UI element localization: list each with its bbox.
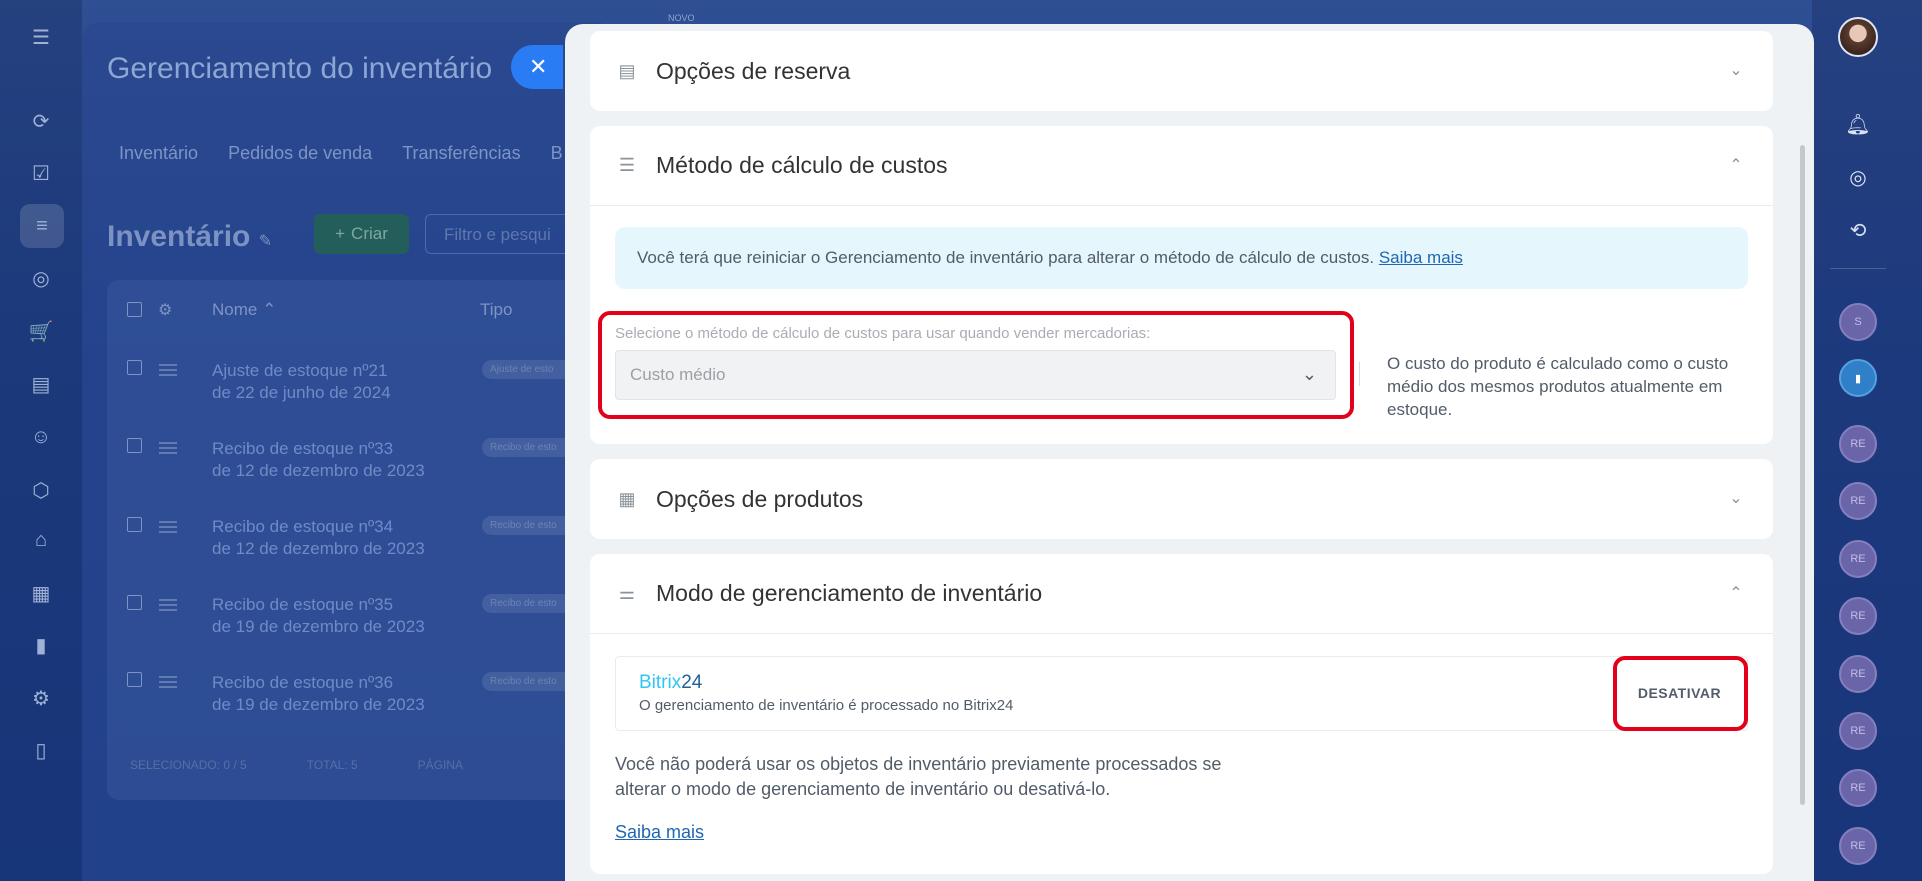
column-header-name[interactable]: Nome ⌃ — [212, 300, 276, 320]
app-title: Gerenciamento do inventário — [107, 52, 493, 85]
pagination: PÁGINA — [417, 758, 463, 772]
plus-icon: + — [335, 224, 346, 243]
table-footer: SELECIONADO: 0 / 5 TOTAL: 5 PÁGINA — [130, 758, 463, 772]
inventory-icon[interactable]: ≡ — [20, 204, 64, 248]
tab-inventory[interactable]: Inventário — [119, 143, 198, 164]
table-row[interactable]: Recibo de estoque nº34 de 12 de dezembro … — [212, 516, 425, 560]
chevron-up-icon[interactable]: ⌃ — [1725, 582, 1747, 604]
row-menu-icon[interactable] — [159, 676, 177, 688]
chat-avatar[interactable]: RE — [1839, 769, 1877, 807]
document-icon[interactable]: ▯ — [26, 735, 56, 765]
robot-icon[interactable]: ☺ — [26, 422, 56, 452]
highlight-frame — [598, 311, 1354, 419]
provider-card — [615, 656, 1748, 731]
calendar-icon[interactable]: ▦ — [26, 578, 56, 608]
copilot-icon[interactable]: ◎ — [1840, 159, 1876, 195]
table-row[interactable]: Recibo de estoque nº36 de 19 de dezembro … — [212, 672, 425, 716]
left-navigation-rail: ☰ ⟳ ☑ ≡ ◎ 🛒 ▤ ☺ ⬡ ⌂ ▦ ▮ ⚙ ▯ — [0, 0, 82, 881]
chat-avatar[interactable]: RE — [1839, 482, 1877, 520]
novo-badge: NOVO — [668, 13, 695, 23]
chat-avatar[interactable]: RE — [1839, 655, 1877, 693]
chat-avatar[interactable]: RE — [1839, 827, 1877, 865]
page-heading: Inventário ✎ — [107, 220, 273, 253]
settings-icon[interactable]: ⚙ — [26, 683, 56, 713]
boxes-icon: ▦ — [618, 488, 636, 509]
table-row[interactable]: Recibo de estoque nº35 de 19 de dezembro … — [212, 594, 425, 638]
tab-sales-orders[interactable]: Pedidos de venda — [228, 143, 372, 164]
section-title: Opções de produtos — [656, 485, 864, 512]
chat-avatar[interactable]: RE — [1839, 540, 1877, 578]
tasks-icon[interactable]: ☑ — [26, 158, 56, 188]
crm-icon[interactable]: ⟳ — [26, 106, 56, 136]
close-slider-button[interactable]: ✕ — [511, 45, 563, 89]
box-icon[interactable]: ⬡ — [26, 475, 56, 505]
chevron-down-icon[interactable]: ⌄ — [1725, 487, 1747, 509]
bookmark-icon[interactable]: ▮ — [1839, 359, 1877, 397]
row-checkbox[interactable] — [127, 517, 142, 532]
pin-icon[interactable]: ✎ — [259, 233, 272, 250]
section-title: Método de cálculo de custos — [656, 152, 948, 178]
cart-icon[interactable]: 🛒 — [26, 316, 56, 346]
section-product-options[interactable]: ▦ Opções de produtos ⌄ — [590, 459, 1773, 539]
close-icon: ✕ — [529, 54, 548, 79]
card-icon[interactable]: ▤ — [26, 369, 56, 399]
divider — [1359, 362, 1360, 386]
table-row[interactable]: Recibo de estoque nº33 de 12 de dezembro … — [212, 438, 425, 482]
row-menu-icon[interactable] — [159, 364, 177, 376]
chat-avatar[interactable]: RE — [1839, 425, 1877, 463]
bitrix24-logo: Bitrix24 — [639, 672, 703, 693]
tab-more[interactable]: B — [551, 143, 563, 164]
row-menu-icon[interactable] — [159, 599, 177, 611]
chat-avatar[interactable]: S — [1839, 303, 1877, 341]
warehouse-icon[interactable]: ⌂ — [26, 525, 56, 555]
app-tabs: Inventário Pedidos de venda Transferênci… — [119, 143, 563, 164]
scrollbar[interactable] — [1800, 145, 1805, 805]
user-avatar[interactable] — [1838, 17, 1878, 57]
numbered-list-icon: ☰ — [618, 155, 636, 175]
menu-icon[interactable]: ☰ — [26, 22, 56, 52]
selected-count: SELECIONADO: 0 / 5 — [130, 758, 247, 772]
total-count: TOTAL: 5 — [306, 758, 358, 772]
column-settings-icon[interactable]: ⚙ — [158, 300, 172, 320]
sync-icon[interactable]: ⟲ — [1840, 212, 1876, 248]
chevron-down-icon[interactable]: ⌄ — [1725, 59, 1747, 81]
learn-more-link[interactable]: Saiba mais — [615, 822, 704, 843]
row-menu-icon[interactable] — [159, 521, 177, 533]
rail-divider — [1830, 268, 1886, 269]
create-button[interactable]: + Criar — [314, 214, 409, 254]
target-icon[interactable]: ◎ — [26, 263, 56, 293]
restart-info-box: Você terá que reiniciar o Gerenciamento … — [615, 227, 1748, 289]
learn-more-link[interactable]: Saiba mais — [1379, 248, 1463, 267]
section-reserve-options[interactable]: ▤ Opções de reserva ⌄ — [590, 31, 1773, 111]
chat-avatar[interactable]: RE — [1839, 712, 1877, 750]
chat-avatar[interactable]: RE — [1839, 597, 1877, 635]
sliders-icon: ⚌ — [618, 583, 636, 603]
provider-description: O gerenciamento de inventário é processa… — [639, 697, 1014, 714]
section-title: Opções de reserva — [656, 57, 851, 84]
column-header-type[interactable]: Tipo — [480, 300, 512, 320]
cost-method-description: O custo do produto é calculado como o cu… — [1387, 354, 1729, 419]
row-checkbox[interactable] — [127, 595, 142, 610]
highlight-frame — [1613, 656, 1748, 731]
notifications-icon[interactable]: 🔔︎ — [1840, 106, 1876, 142]
mode-warning-text: Você não poderá usar os objetos de inven… — [615, 754, 1222, 799]
analytics-icon[interactable]: ▮ — [26, 630, 56, 660]
section-title: Modo de gerenciamento de inventário — [656, 580, 1043, 606]
row-checkbox[interactable] — [127, 360, 142, 375]
tab-transfers[interactable]: Transferências — [402, 143, 520, 164]
chevron-up-icon[interactable]: ⌃ — [1725, 154, 1747, 176]
row-menu-icon[interactable] — [159, 442, 177, 454]
row-checkbox[interactable] — [127, 672, 142, 687]
select-all-checkbox[interactable] — [127, 302, 142, 317]
table-row[interactable]: Ajuste de estoque nº21 de 22 de junho de … — [212, 360, 391, 404]
row-checkbox[interactable] — [127, 438, 142, 453]
reserve-document-icon: ▤ — [618, 60, 636, 81]
